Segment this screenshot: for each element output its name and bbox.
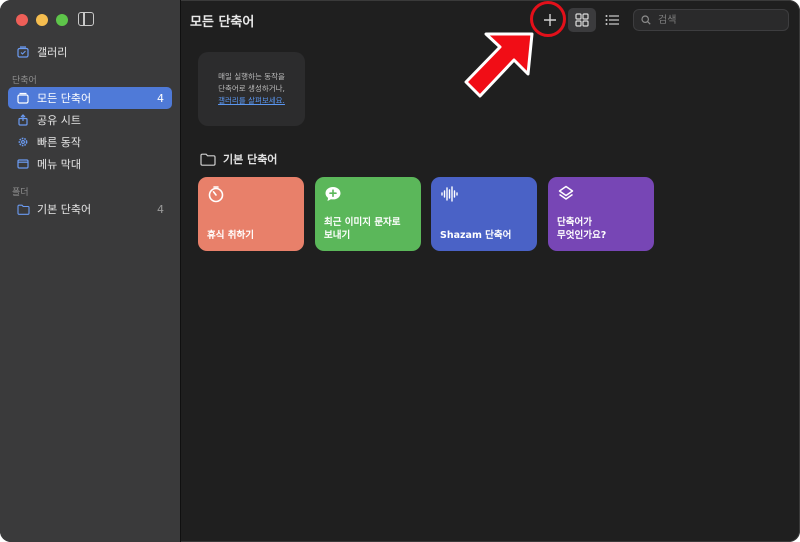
sidebar-item-count: 4 [157, 91, 164, 105]
sidebar-item-share-sheet[interactable]: 공유 시트 [8, 109, 172, 131]
window-controls [16, 14, 68, 26]
search-field[interactable] [633, 9, 789, 31]
folder-title: 기본 단축어 [223, 153, 278, 166]
minimize-window-button[interactable] [36, 14, 48, 26]
pointer-arrow-icon [464, 32, 534, 98]
folder-heading: 기본 단축어 [200, 151, 277, 167]
shortcut-card-label: Shazam 단축어 [440, 230, 512, 241]
close-window-button[interactable] [16, 14, 28, 26]
shortcut-card-take-break[interactable]: 휴식 취하기 [198, 177, 304, 251]
gallery-card-text-2: 단축어로 생성하거나, [218, 84, 285, 93]
sidebar-item-gallery[interactable]: 갤러리 [8, 41, 172, 63]
message-plus-icon [325, 187, 341, 201]
sidebar-item-label: 모든 단축어 [37, 92, 92, 105]
sidebar-section-shortcuts: 단축어 [12, 76, 37, 86]
sidebar-item-label: 공유 시트 [37, 114, 81, 127]
sidebar-toggle-icon[interactable] [78, 12, 94, 26]
gallery-card-text-1: 매일 실행하는 동작을 [218, 72, 285, 81]
share-icon [16, 113, 30, 127]
gallery-suggestion-card: 매일 실행하는 동작을 단축어로 생성하거나, 갤러리를 살펴보세요. [198, 52, 305, 126]
sidebar: 갤러리 단축어 모든 단축어 4 공유 시트 빠른 동작 메뉴 막대 폴더 기본… [0, 0, 181, 542]
shortcut-card-label: 휴식 취하기 [207, 230, 255, 241]
maximize-window-button[interactable] [56, 14, 68, 26]
folder-icon [200, 153, 216, 166]
plus-icon [544, 14, 556, 26]
sidebar-item-label: 기본 단축어 [37, 203, 92, 216]
waveform-icon [441, 186, 458, 202]
folder-icon [16, 202, 30, 216]
shortcuts-window: 갤러리 단축어 모든 단축어 4 공유 시트 빠른 동작 메뉴 막대 폴더 기본… [0, 0, 800, 542]
sidebar-item-all-shortcuts[interactable]: 모든 단축어 4 [8, 87, 172, 109]
shortcut-card-send-image[interactable]: 최근 이미지 문자로 보내기 [315, 177, 421, 251]
shortcut-card-shazam[interactable]: Shazam 단축어 [431, 177, 537, 251]
list-view-button[interactable] [600, 8, 624, 32]
search-input[interactable] [656, 13, 780, 27]
grid-icon [575, 13, 589, 27]
stack-icon [16, 91, 30, 105]
shortcut-card-what-is-shortcuts[interactable]: 단축어가 무엇인가요? [548, 177, 654, 251]
timer-icon [208, 186, 224, 203]
sidebar-item-quick-actions[interactable]: 빠른 동작 [8, 131, 172, 153]
sidebar-section-folders: 폴더 [12, 188, 29, 198]
sidebar-item-folder-basic[interactable]: 기본 단축어 4 [8, 198, 172, 220]
search-icon [641, 15, 651, 25]
sidebar-item-label: 빠른 동작 [37, 136, 81, 149]
sidebar-item-menu-bar[interactable]: 메뉴 막대 [8, 153, 172, 175]
grid-view-button[interactable] [568, 8, 596, 32]
page-title: 모든 단축어 [190, 15, 255, 30]
gallery-icon [16, 45, 30, 59]
layers-icon [558, 185, 574, 200]
sidebar-item-count: 4 [157, 202, 164, 216]
sidebar-item-label: 갤러리 [37, 46, 68, 59]
gallery-link[interactable]: 갤러리를 살펴보세요. [218, 95, 285, 107]
add-shortcut-button[interactable] [538, 8, 562, 32]
menubar-icon [16, 157, 30, 171]
gear-icon [16, 135, 30, 149]
shortcut-card-label: 최근 이미지 문자로 보내기 [324, 217, 401, 241]
shortcut-card-label: 단축어가 무엇인가요? [557, 217, 607, 241]
list-icon [605, 15, 619, 25]
sidebar-item-label: 메뉴 막대 [37, 158, 81, 171]
